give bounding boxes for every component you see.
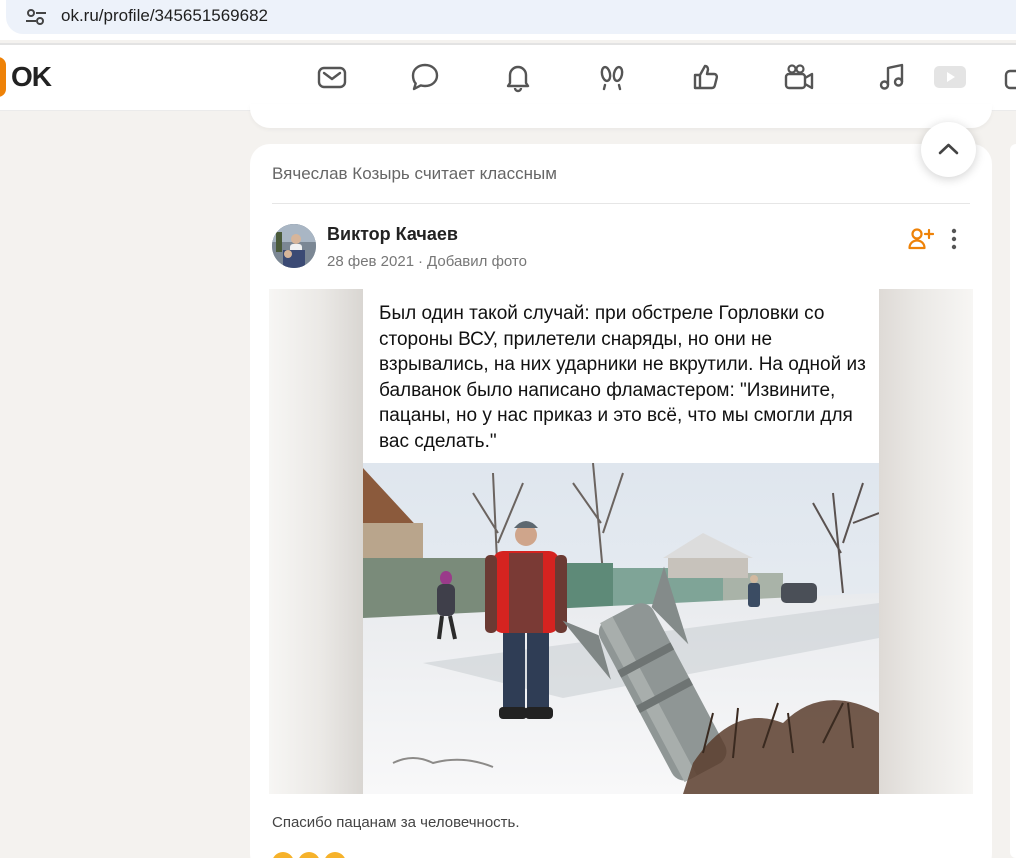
divider [272, 203, 970, 204]
url-text[interactable]: ok.ru/profile/345651569682 [61, 6, 268, 26]
chat-icon[interactable] [409, 61, 441, 93]
reaction-icon [298, 852, 320, 858]
video-icon[interactable] [930, 61, 970, 93]
more-options-icon[interactable] [944, 226, 964, 252]
gift-icon[interactable] [1002, 61, 1016, 93]
mail-icon[interactable] [316, 61, 348, 93]
chevron-up-icon [938, 143, 959, 155]
address-bar[interactable]: ok.ru/profile/345651569682 [6, 0, 1016, 34]
bell-icon[interactable] [502, 61, 534, 93]
video-camera-icon[interactable] [783, 61, 815, 93]
photo-image[interactable]: Был один такой случай: при обстреле Горл… [363, 289, 879, 794]
author-name[interactable]: Виктор Качаев [327, 224, 458, 245]
previous-post-card [250, 104, 992, 128]
photo-blur-left [269, 289, 363, 794]
music-icon[interactable] [876, 61, 908, 93]
feed-post: Вячеслав Козырь считает классным Виктор … [250, 144, 992, 858]
photo-blur-right [879, 289, 973, 794]
site-settings-icon[interactable] [24, 7, 48, 27]
separator-dot: · [418, 253, 424, 270]
guests-icon[interactable] [596, 61, 628, 93]
avatar[interactable] [272, 224, 316, 268]
reaction-icon [272, 852, 294, 858]
browser-toolbar: ok.ru/profile/345651569682 [0, 0, 1016, 40]
scroll-to-top-button[interactable] [921, 122, 976, 177]
like-icon[interactable] [690, 61, 722, 93]
logo[interactable]: OK [11, 61, 52, 93]
right-panel-edge [1010, 144, 1016, 858]
photo-scene [363, 463, 879, 794]
liked-by-label[interactable]: Вячеслав Козырь считает классным [272, 164, 557, 184]
post-action: Добавил фото [427, 253, 527, 270]
logo-mark[interactable] [0, 57, 6, 97]
post-text: Спасибо пацанам за человечность. [272, 814, 520, 831]
post-meta: 28 фев 2021 · Добавил фото [327, 253, 527, 270]
add-friend-icon[interactable] [908, 227, 934, 251]
reaction-icons[interactable] [272, 852, 352, 858]
reaction-icon [324, 852, 346, 858]
post-photo[interactable]: Был один такой случай: при обстреле Горл… [269, 289, 973, 794]
photo-caption-text: Был один такой случай: при обстреле Горл… [379, 303, 866, 452]
top-navigation: OK [0, 45, 1016, 111]
post-date[interactable]: 28 фев 2021 [327, 253, 414, 270]
